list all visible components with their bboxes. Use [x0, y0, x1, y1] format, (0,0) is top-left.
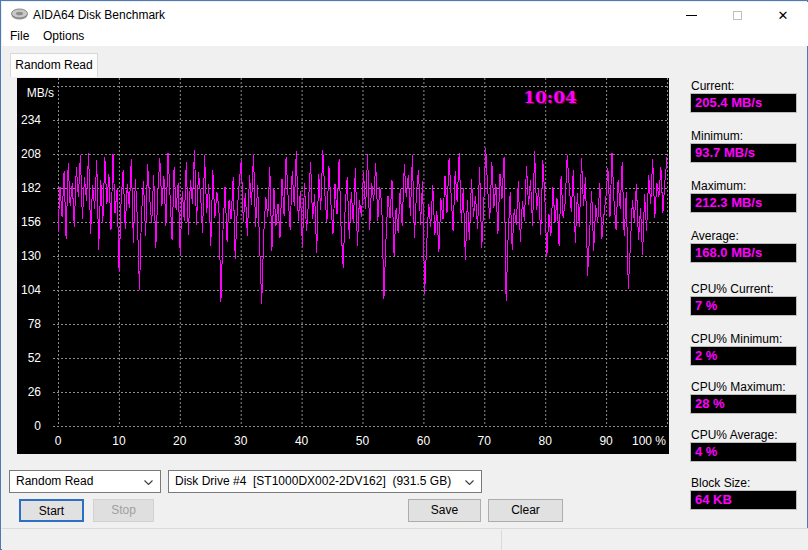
stat-value: 4 % — [690, 442, 797, 462]
tab-random-read[interactable]: Random Read — [10, 53, 98, 77]
app-window: AIDA64 Disk Benchmark ✕ File Options Ran… — [0, 0, 808, 550]
close-icon: ✕ — [778, 9, 789, 22]
x-tick-label: 50 — [343, 434, 383, 448]
maximize-button[interactable] — [714, 2, 760, 28]
stop-button[interactable]: Stop — [93, 499, 154, 522]
y-axis-unit: MB/s — [17, 86, 54, 100]
stat-value: 64 KB — [690, 490, 797, 510]
chevron-down-icon — [465, 480, 474, 485]
minimize-icon — [686, 15, 697, 16]
chevron-down-icon — [144, 480, 153, 485]
drive-select[interactable]: Disk Drive #4 [ST1000DX002-2DV162] (931.… — [168, 470, 482, 493]
drive-select-value: Disk Drive #4 [ST1000DX002-2DV162] (931.… — [175, 474, 451, 488]
start-button[interactable]: Start — [19, 499, 84, 522]
benchmark-type-value: Random Read — [16, 474, 93, 488]
y-tick-label: 234 — [17, 113, 41, 127]
clear-button[interactable]: Clear — [488, 499, 563, 522]
stat-label: CPU% Average: — [691, 428, 778, 442]
app-icon — [11, 8, 28, 22]
y-tick-label: 52 — [17, 351, 41, 365]
minimize-button[interactable] — [668, 2, 714, 28]
x-tick-label: 60 — [403, 434, 443, 448]
save-button[interactable]: Save — [408, 499, 481, 522]
benchmark-chart: MB/s 234 208 182 156 130 104 78 52 26 0 0 10 20 30 40 5… — [17, 78, 669, 454]
x-tick-label: 30 — [221, 434, 261, 448]
stat-value: 168.0 MB/s — [690, 243, 797, 263]
status-bar — [2, 528, 808, 550]
stat-label: Block Size: — [691, 476, 750, 490]
y-tick-label: 156 — [17, 215, 41, 229]
stat-label: Current: — [691, 79, 734, 93]
y-tick-label: 208 — [17, 147, 41, 161]
stat-label: Average: — [691, 229, 739, 243]
menu-options[interactable]: Options — [43, 28, 84, 46]
stat-label: Maximum: — [691, 179, 746, 193]
y-tick-label: 104 — [17, 283, 41, 297]
stat-label: CPU% Maximum: — [691, 380, 786, 394]
menu-file[interactable]: File — [10, 28, 29, 46]
stat-value: 205.4 MB/s — [690, 93, 797, 113]
window-title: AIDA64 Disk Benchmark — [33, 2, 165, 28]
stat-label: CPU% Current: — [691, 282, 774, 296]
x-tick-label: 80 — [525, 434, 565, 448]
y-tick-label: 130 — [17, 249, 41, 263]
stat-value: 212.3 MB/s — [690, 193, 797, 213]
x-tick-label: 20 — [160, 434, 200, 448]
x-tick-label: 70 — [464, 434, 504, 448]
stat-value: 2 % — [690, 346, 797, 366]
x-tick-label: 100 % — [629, 434, 669, 448]
close-button[interactable]: ✕ — [760, 2, 806, 28]
stat-value: 28 % — [690, 394, 797, 414]
x-tick-label: 40 — [282, 434, 322, 448]
benchmark-type-select[interactable]: Random Read — [9, 470, 161, 493]
stat-label: Minimum: — [691, 129, 743, 143]
elapsed-time: 10:04 — [505, 87, 595, 107]
stat-value: 7 % — [690, 296, 797, 316]
y-tick-label: 78 — [17, 317, 41, 331]
chart-plot — [17, 78, 669, 454]
stat-label: CPU% Minimum: — [691, 332, 782, 346]
status-bar-divider — [501, 530, 502, 550]
x-tick-label: 0 — [38, 434, 78, 448]
y-tick-label: 26 — [17, 385, 41, 399]
y-tick-label: 182 — [17, 181, 41, 195]
y-tick-label: 0 — [17, 419, 41, 433]
title-bar: AIDA64 Disk Benchmark ✕ — [2, 2, 808, 28]
x-tick-label: 90 — [586, 434, 626, 448]
maximize-icon — [733, 11, 742, 20]
menu-bar: File Options — [2, 28, 808, 46]
x-tick-label: 10 — [99, 434, 139, 448]
stat-value: 93.7 MB/s — [690, 143, 797, 163]
